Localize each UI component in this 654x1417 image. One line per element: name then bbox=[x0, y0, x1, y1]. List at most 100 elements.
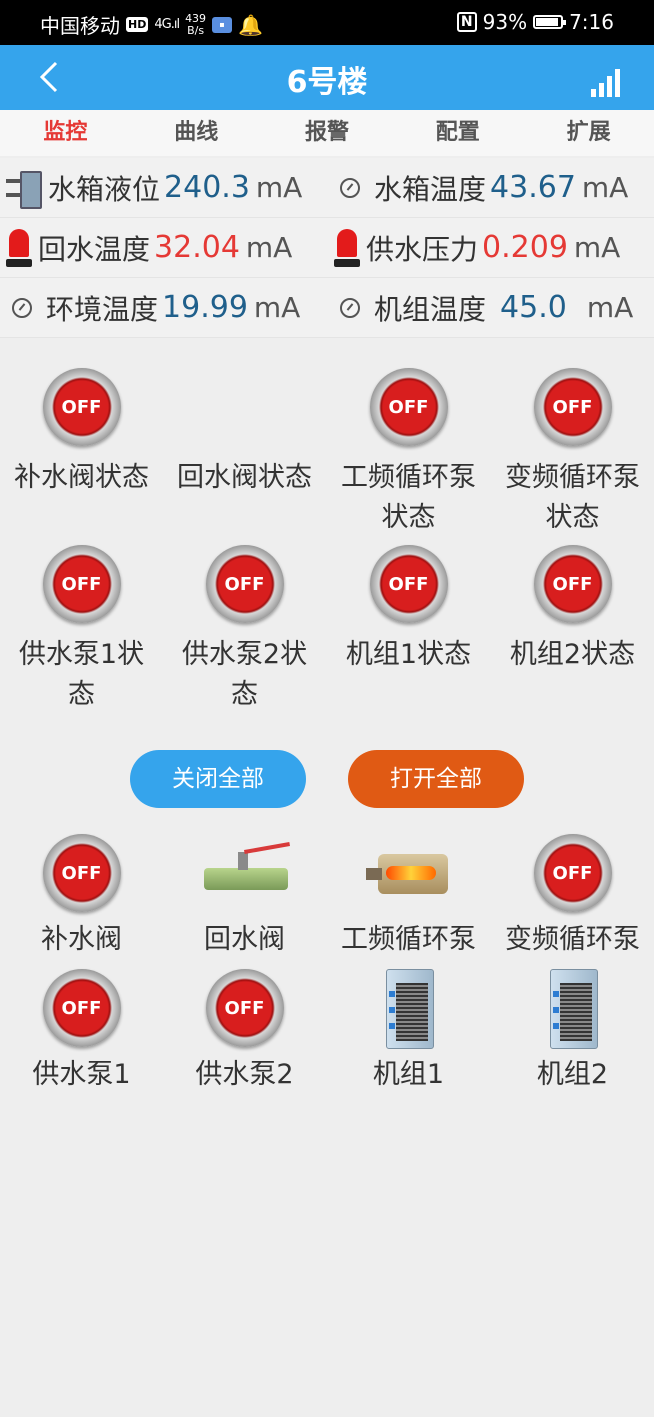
siren-icon bbox=[334, 228, 360, 267]
boiler-icon[interactable] bbox=[364, 834, 454, 912]
reading-supply-pressure: 供水压力 0.209 mA bbox=[334, 218, 620, 277]
control-supply-pump-2: OFF 供水泵2 bbox=[163, 969, 326, 1095]
reading-row: 回水温度 32.04 mA 供水压力 0.209 mA bbox=[0, 218, 654, 278]
reading-tank-temp: 水箱温度 43.67 mA bbox=[334, 158, 628, 217]
status-makeup-valve: OFF 补水阀状态 bbox=[0, 368, 163, 498]
control-label: 工频循环泵 bbox=[341, 924, 476, 955]
gauge-icon bbox=[340, 297, 360, 318]
gauge-icon bbox=[12, 297, 32, 318]
control-supply-pump-1: OFF 供水泵1 bbox=[0, 969, 163, 1095]
status-right: N 93% 7:16 bbox=[456, 10, 614, 34]
close-all-button[interactable]: 关闭全部 bbox=[130, 750, 306, 808]
reading-label: 水箱温度 bbox=[374, 172, 487, 206]
page-title: 6号楼 bbox=[286, 65, 368, 100]
reading-unit: mA bbox=[253, 291, 301, 324]
status-label: 工频循环泵状态 bbox=[341, 462, 476, 533]
off-indicator: OFF bbox=[205, 545, 284, 623]
control-return-valve: 回水阀 bbox=[163, 834, 326, 960]
reading-label: 水箱液位 bbox=[48, 172, 161, 206]
reading-ambient-temp: 环境温度 19.99 mA bbox=[6, 278, 300, 337]
reading-value: 43.67 bbox=[490, 170, 576, 205]
battery-percent: 93% bbox=[482, 10, 528, 34]
control-label: 机组1 bbox=[372, 1059, 445, 1090]
control-label: 供水泵2 bbox=[195, 1059, 294, 1090]
tab-monitor[interactable]: 监控 bbox=[0, 110, 131, 156]
heat-pump-unit-icon[interactable] bbox=[364, 969, 454, 1049]
status-unit-2: OFF 机组2状态 bbox=[491, 545, 654, 675]
status-label: 供水泵1状态 bbox=[18, 639, 145, 710]
reading-value: 45.0 bbox=[500, 290, 567, 325]
app-notification-icon: ▪ bbox=[212, 16, 233, 33]
app-header: 6号楼 bbox=[0, 45, 654, 110]
heat-pump-unit-icon[interactable] bbox=[528, 969, 618, 1049]
supply-pump-1-off-button[interactable]: OFF bbox=[42, 969, 121, 1047]
reading-unit: mA bbox=[586, 291, 634, 324]
reading-row: 环境温度 19.99 mA 机组温度 45.0 mA bbox=[0, 278, 654, 338]
tab-bar: 监控 曲线 报警 配置 扩展 bbox=[0, 110, 654, 156]
status-label: 变频循环泵状态 bbox=[505, 462, 640, 533]
empty-indicator bbox=[163, 368, 326, 446]
control-unit-1: 机组1 bbox=[327, 969, 490, 1095]
status-bar: 中国移动 HD 4G.ıl 439 B/s ▪ 🔔 N 93% 7:16 bbox=[0, 0, 654, 45]
reading-unit-temp: 机组温度 45.0 mA bbox=[334, 278, 633, 337]
reading-tank-level: 水箱液位 240.3 mA bbox=[6, 158, 302, 217]
status-label: 机组2状态 bbox=[509, 639, 636, 670]
siren-icon bbox=[6, 228, 32, 267]
tab-curve[interactable]: 曲线 bbox=[131, 110, 262, 156]
carrier-name: 中国移动 bbox=[40, 14, 120, 38]
off-indicator: OFF bbox=[533, 545, 612, 623]
tab-extend[interactable]: 扩展 bbox=[523, 110, 654, 156]
control-label: 供水泵1 bbox=[32, 1059, 131, 1090]
network-speed: 439 B/s bbox=[185, 11, 207, 37]
tab-config[interactable]: 配置 bbox=[392, 110, 523, 156]
variable-pump-off-button[interactable]: OFF bbox=[533, 834, 612, 912]
reading-value: 19.99 bbox=[162, 290, 248, 325]
control-makeup-valve: OFF 补水阀 bbox=[0, 834, 163, 960]
supply-pump-2-off-button[interactable]: OFF bbox=[205, 969, 284, 1047]
status-return-valve: 回水阀状态 bbox=[163, 368, 326, 498]
reading-unit: mA bbox=[245, 231, 293, 264]
reading-value: 0.209 bbox=[482, 230, 568, 265]
reading-label: 环境温度 bbox=[46, 292, 159, 326]
reading-value: 32.04 bbox=[154, 230, 240, 265]
readings-panel: 水箱液位 240.3 mA 水箱温度 43.67 mA 回水温度 32.04 m… bbox=[0, 158, 654, 338]
off-indicator: OFF bbox=[369, 545, 448, 623]
valve-icon[interactable] bbox=[200, 834, 290, 912]
status-label: 回水阀状态 bbox=[177, 462, 312, 493]
battery-icon bbox=[533, 15, 567, 29]
status-left: 中国移动 HD 4G.ıl 439 B/s ▪ 🔔 bbox=[40, 10, 263, 39]
reading-unit: mA bbox=[573, 231, 621, 264]
reading-label: 回水温度 bbox=[38, 232, 151, 266]
tank-icon bbox=[6, 167, 46, 209]
status-label: 补水阀状态 bbox=[14, 462, 149, 493]
status-unit-1: OFF 机组1状态 bbox=[327, 545, 490, 675]
cell-signal-icon: 4G.ıl bbox=[154, 17, 180, 32]
off-indicator: OFF bbox=[42, 545, 121, 623]
qq-icon: 🔔 bbox=[238, 12, 263, 37]
off-indicator: OFF bbox=[42, 368, 121, 446]
control-label: 机组2 bbox=[536, 1059, 609, 1090]
reading-return-temp: 回水温度 32.04 mA bbox=[6, 218, 292, 277]
control-unit-2: 机组2 bbox=[491, 969, 654, 1095]
control-fixed-pump: 工频循环泵 bbox=[327, 834, 490, 960]
status-variable-pump: OFF 变频循环泵状态 bbox=[491, 368, 654, 538]
control-label: 变频循环泵 bbox=[505, 924, 640, 955]
hd-icon: HD bbox=[126, 17, 149, 32]
open-all-button[interactable]: 打开全部 bbox=[348, 750, 524, 808]
reading-label: 供水压力 bbox=[366, 232, 479, 266]
makeup-valve-off-button[interactable]: OFF bbox=[42, 834, 121, 912]
tab-alarm[interactable]: 报警 bbox=[262, 110, 393, 156]
reading-row: 水箱液位 240.3 mA 水箱温度 43.67 mA bbox=[0, 158, 654, 218]
status-label: 机组1状态 bbox=[345, 639, 472, 670]
reading-unit: mA bbox=[581, 171, 629, 204]
control-variable-pump: OFF 变频循环泵 bbox=[491, 834, 654, 960]
reading-value: 240.3 bbox=[164, 170, 250, 205]
off-indicator: OFF bbox=[369, 368, 448, 446]
signal-strength-icon[interactable] bbox=[591, 69, 620, 97]
reading-label: 机组温度 bbox=[374, 292, 487, 326]
clock: 7:16 bbox=[569, 10, 614, 34]
gauge-icon bbox=[340, 177, 360, 198]
reading-unit: mA bbox=[255, 171, 303, 204]
control-label: 回水阀 bbox=[204, 924, 285, 955]
status-supply-pump-2: OFF 供水泵2状态 bbox=[163, 545, 326, 715]
